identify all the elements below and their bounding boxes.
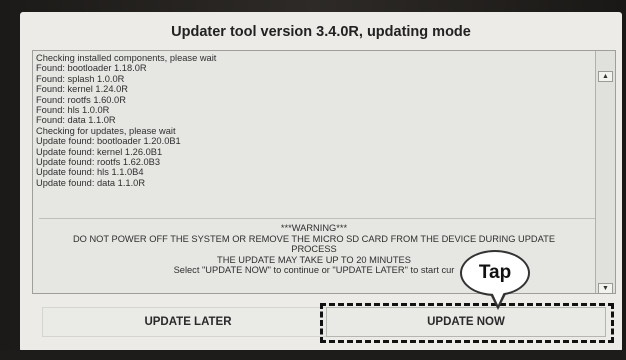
bezel-bottom [0,350,626,360]
log-line: Update found: kernel 1.26.0B1 [36,146,163,157]
tap-callout-pointer-fill [492,292,504,305]
log-line: Found: kernel 1.24.0R [36,84,128,95]
log-line: Update found: data 1.1.0R [36,177,146,188]
warning-line: DO NOT POWER OFF THE SYSTEM OR REMOVE TH… [72,233,556,244]
log-line: Update found: bootloader 1.20.0B1 [36,136,181,147]
update-later-button[interactable]: UPDATE LATER [42,307,334,337]
scroll-up-icon[interactable]: ▲ [598,71,613,82]
log-line: Checking installed components, please wa… [36,53,217,63]
log-line: Found: splash 1.0.0R [36,73,125,84]
tap-callout-bubble: Tap [460,250,530,296]
log-line: Found: hls 1.0.0R [36,105,110,116]
log-line: Update found: hls 1.1.0B4 [36,167,144,178]
updater-screen: Updater tool version 3.4.0R, updating mo… [20,12,622,352]
scroll-down-icon[interactable]: ▼ [598,283,613,294]
log-line: Found: bootloader 1.18.0R [36,63,147,74]
device-bezel: Updater tool version 3.4.0R, updating mo… [0,0,626,360]
log-scrollbar[interactable]: ▲ ▼ [595,51,615,294]
update-now-button[interactable]: UPDATE NOW [326,307,606,337]
log-line: Found: rootfs 1.60.0R [36,94,126,105]
log-line: Update found: rootfs 1.62.0B3 [36,157,161,168]
log-panel[interactable]: Checking installed components, please wa… [32,50,616,294]
log-lines: Checking installed components, please wa… [36,53,216,188]
window-title: Updater tool version 3.4.0R, updating mo… [171,24,471,40]
log-line: Found: data 1.1.0R [36,115,116,126]
log-line: Checking for updates, please wait [36,125,176,136]
log-divider [39,218,595,219]
warning-heading: ***WARNING*** [280,223,348,233]
